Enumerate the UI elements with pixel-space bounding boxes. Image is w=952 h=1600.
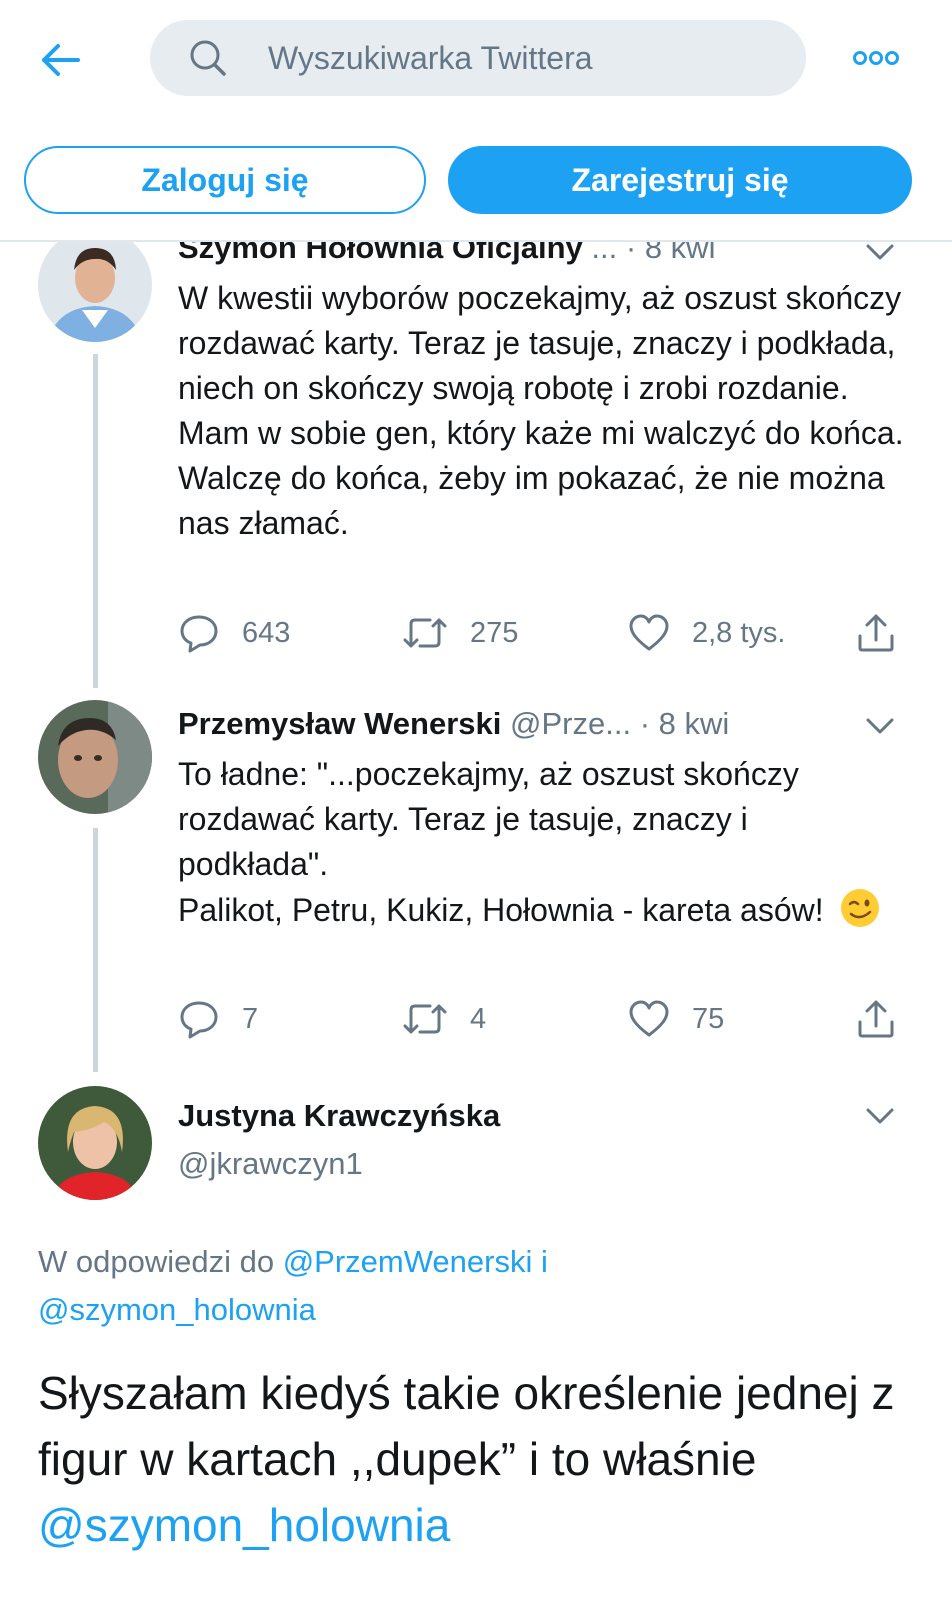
like-count: 2,8 tys. [692, 616, 786, 649]
reply-button[interactable]: 7 [178, 998, 258, 1040]
thread-line [93, 354, 98, 688]
share-button[interactable] [856, 612, 918, 654]
mention-link[interactable]: @szymon_holownia [38, 1499, 450, 1551]
author-handle[interactable]: ... [591, 242, 617, 265]
chevron-down-icon[interactable] [866, 718, 894, 734]
retweet-icon [403, 1004, 447, 1034]
author-name[interactable]: Przemysław Wenerski [178, 706, 501, 741]
author-handle[interactable]: @jkrawczyn1 [178, 1146, 363, 1182]
chevron-down-icon[interactable] [866, 1108, 894, 1124]
retweet-count: 275 [470, 616, 519, 649]
reply-count: 7 [242, 1002, 259, 1035]
top-bar: Wyszukiwarka Twittera [0, 0, 952, 120]
retweet-icon [403, 618, 447, 648]
share-button[interactable] [856, 998, 918, 1040]
heart-icon [629, 614, 669, 651]
mention-link[interactable]: @szymon_holownia [38, 1292, 316, 1327]
thread-line [93, 828, 98, 1072]
reply-count: 643 [242, 616, 291, 649]
signup-button[interactable]: Zarejestruj się [448, 146, 912, 214]
login-button[interactable]: Zaloguj się [24, 146, 426, 214]
retweet-count: 4 [470, 1002, 487, 1035]
tweet-text: To ładne: "...poczekajmy, aż oszust skoń… [178, 752, 898, 933]
retweet-button[interactable]: 4 [402, 998, 486, 1040]
author-handle[interactable]: @Prze... [510, 706, 631, 741]
mention-link[interactable]: @PrzemWenerski [283, 1244, 533, 1279]
like-button[interactable]: 75 [628, 998, 724, 1040]
like-button[interactable]: 2,8 tys. [628, 612, 786, 654]
share-icon [858, 1000, 894, 1038]
tweet-header: Szymon Hołownia Oficjalny ... · 8 kwi [178, 242, 715, 266]
tweet-time[interactable]: 8 kwi [645, 242, 716, 265]
author-name[interactable]: Justyna Krawczyńska [178, 1098, 500, 1134]
back-arrow-icon[interactable] [38, 38, 82, 82]
reply-context: W odpowiedzi do @PrzemWenerski i @szymon… [38, 1244, 548, 1327]
tweet-text-content: To ładne: "...poczekajmy, aż oszust skoń… [178, 756, 824, 928]
search-input[interactable]: Wyszukiwarka Twittera [268, 40, 593, 77]
avatar[interactable] [38, 1086, 152, 1200]
reply-button[interactable]: 643 [178, 612, 290, 654]
more-dots-icon[interactable] [852, 48, 900, 68]
winking-face-emoji [840, 889, 879, 927]
retweet-button[interactable]: 275 [402, 612, 518, 654]
reply-icon [180, 615, 218, 653]
chevron-down-icon[interactable] [866, 244, 894, 260]
reply-icon [180, 1001, 218, 1039]
heart-icon [629, 1000, 669, 1037]
avatar[interactable] [38, 242, 152, 342]
search-bar[interactable]: Wyszukiwarka Twittera [150, 20, 806, 96]
share-icon [858, 614, 894, 652]
focused-tweet-text: Słyszałam kiedyś takie określenie jednej… [38, 1367, 895, 1551]
tweet-header: Przemysław Wenerski @Prze... · 8 kwi [178, 706, 730, 741]
search-icon [190, 40, 226, 76]
tweet-feed[interactable]: Szymon Hołownia Oficjalny ... · 8 kwi W … [0, 242, 952, 1600]
like-count: 75 [692, 1002, 725, 1035]
avatar[interactable] [38, 700, 152, 814]
tweet-text: W kwestii wyborów poczekajmy, aż oszust … [178, 280, 904, 541]
author-name[interactable]: Szymon Hołownia Oficjalny [178, 242, 583, 265]
tweet-time[interactable]: 8 kwi [659, 706, 730, 741]
